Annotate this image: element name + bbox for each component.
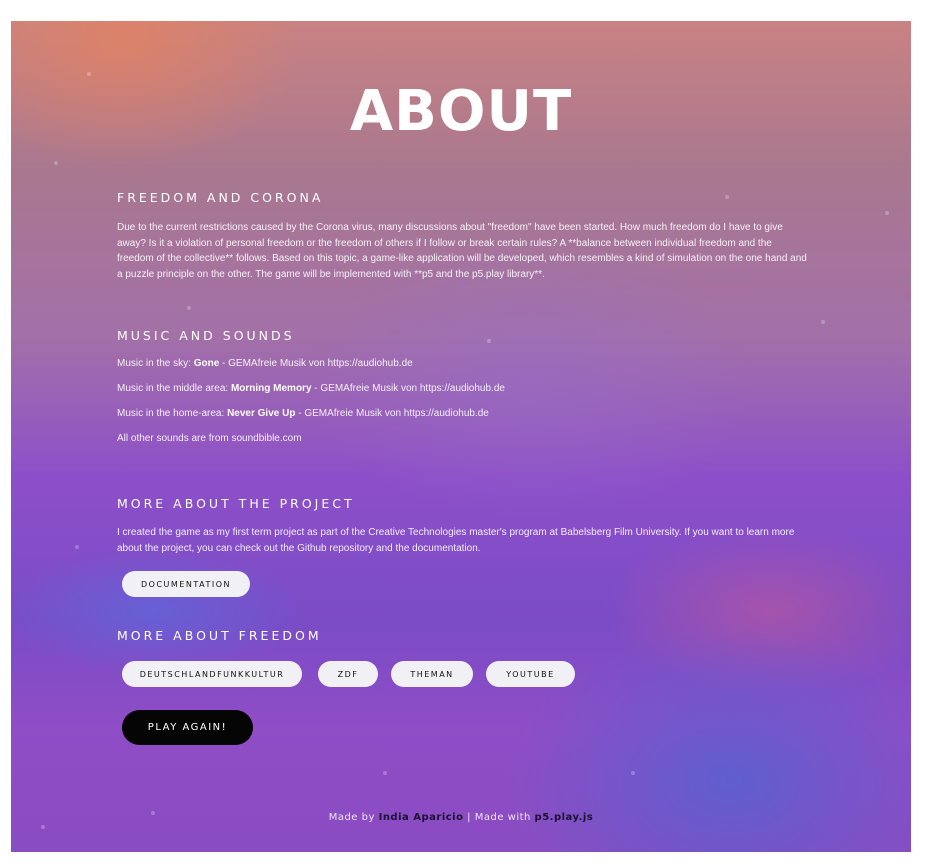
music-line-sky: Music in the sky: Gone - GEMAfreie Musik… [117,358,413,369]
music-and-sounds-heading: MUSIC AND SOUNDS [117,328,295,343]
freedom-and-corona-text: Due to the current restrictions caused b… [117,222,807,280]
decorative-dot [631,771,635,775]
music-line-prefix: Music in the sky: [117,358,194,369]
decorative-dot [725,195,729,199]
music-line-suffix: - GEMAfreie Musik von https://audiohub.d… [295,408,489,419]
decorative-dot [54,161,58,165]
music-track-title: Gone [193,358,220,369]
music-line-prefix: Music in the middle area: [117,383,231,394]
music-track-title: Never Give Up [227,408,296,419]
other-sounds-text: All other sounds are from soundbible.com [117,433,302,444]
documentation-button[interactable]: DOCUMENTATION [122,571,250,597]
freedom-and-corona-heading: FREEDOM AND CORONA [117,190,324,205]
author-link[interactable]: India Aparicio [379,812,464,823]
music-line-middle: Music in the middle area: Morning Memory… [117,383,505,394]
decorative-dot [383,771,387,775]
music-track-title: Morning Memory [230,383,312,394]
footer-made-by-label: Made by [328,812,379,823]
more-about-freedom-heading: MORE ABOUT FREEDOM [117,628,322,643]
youtube-button[interactable]: YOUTUBE [486,661,575,687]
music-line-suffix: - GEMAfreie Musik von https://audiohub.d… [311,383,505,394]
music-line-home: Music in the home-area: Never Give Up - … [117,408,489,419]
more-about-project-heading: MORE ABOUT THE PROJECT [117,496,355,511]
decorative-dot [821,320,825,324]
footer-made-with-label: | Made with [463,812,535,823]
play-again-button[interactable]: PLAY AGAIN! [122,710,253,745]
deutschlandfunkkultur-button[interactable]: DEUTSCHLANDFUNKKULTUR [122,661,302,687]
decorative-dot [187,306,191,310]
more-about-project-text: I created the game as my first term proj… [117,527,795,554]
decorative-dot [885,211,889,215]
decorative-dot [87,72,91,76]
music-line-prefix: Music in the home-area: [117,408,228,419]
footer: Made by India Aparicio | Made with p5.pl… [11,812,911,823]
decorative-dot [75,545,79,549]
p5-play-link[interactable]: p5.play.js [535,812,594,823]
zdf-button[interactable]: ZDF [318,661,378,687]
about-page: ABOUT FREEDOM AND CORONA Due to the curr… [11,21,911,852]
music-line-suffix: - GEMAfreie Musik von https://audiohub.d… [219,358,413,369]
decorative-dot [487,339,491,343]
theman-button[interactable]: THEMAN [391,661,473,687]
decorative-dot [41,825,45,829]
page-title: ABOUT [349,79,573,144]
